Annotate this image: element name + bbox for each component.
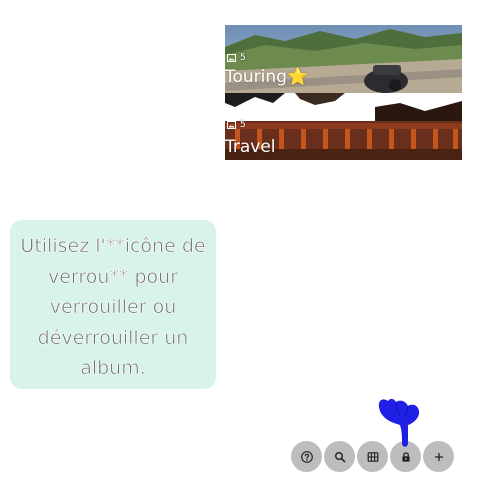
grid-view-icon — [367, 451, 378, 462]
help-button[interactable] — [291, 441, 322, 472]
album-photo-count: 5 — [227, 53, 246, 63]
grid-view-button[interactable] — [357, 441, 388, 472]
photo-library-icon — [227, 54, 236, 62]
lock-button[interactable] — [390, 441, 421, 472]
album-title: Touring⭐ — [225, 67, 309, 87]
app-screen: 5 Touring⭐ 5 Travel Utilisez l'**icône d… — [0, 0, 480, 480]
album-count-value: 5 — [240, 53, 246, 63]
search-button[interactable] — [324, 441, 355, 472]
album-card-travel[interactable]: 5 Travel — [225, 93, 462, 160]
album-title: Travel — [225, 137, 276, 157]
album-card-touring[interactable]: 5 Touring⭐ — [225, 25, 462, 93]
lock-hint-text: Utilisez l'**icône de verrou** pour verr… — [20, 235, 206, 380]
add-album-button[interactable] — [423, 441, 454, 472]
plus-icon — [434, 452, 443, 461]
album-photo-count: 5 — [227, 120, 246, 130]
lock-icon — [401, 451, 410, 462]
help-icon — [300, 450, 313, 463]
lock-hint-bubble: Utilisez l'**icône de verrou** pour verr… — [10, 220, 216, 389]
photo-library-icon — [227, 121, 236, 129]
album-count-value: 5 — [240, 120, 246, 130]
search-icon — [334, 451, 345, 462]
